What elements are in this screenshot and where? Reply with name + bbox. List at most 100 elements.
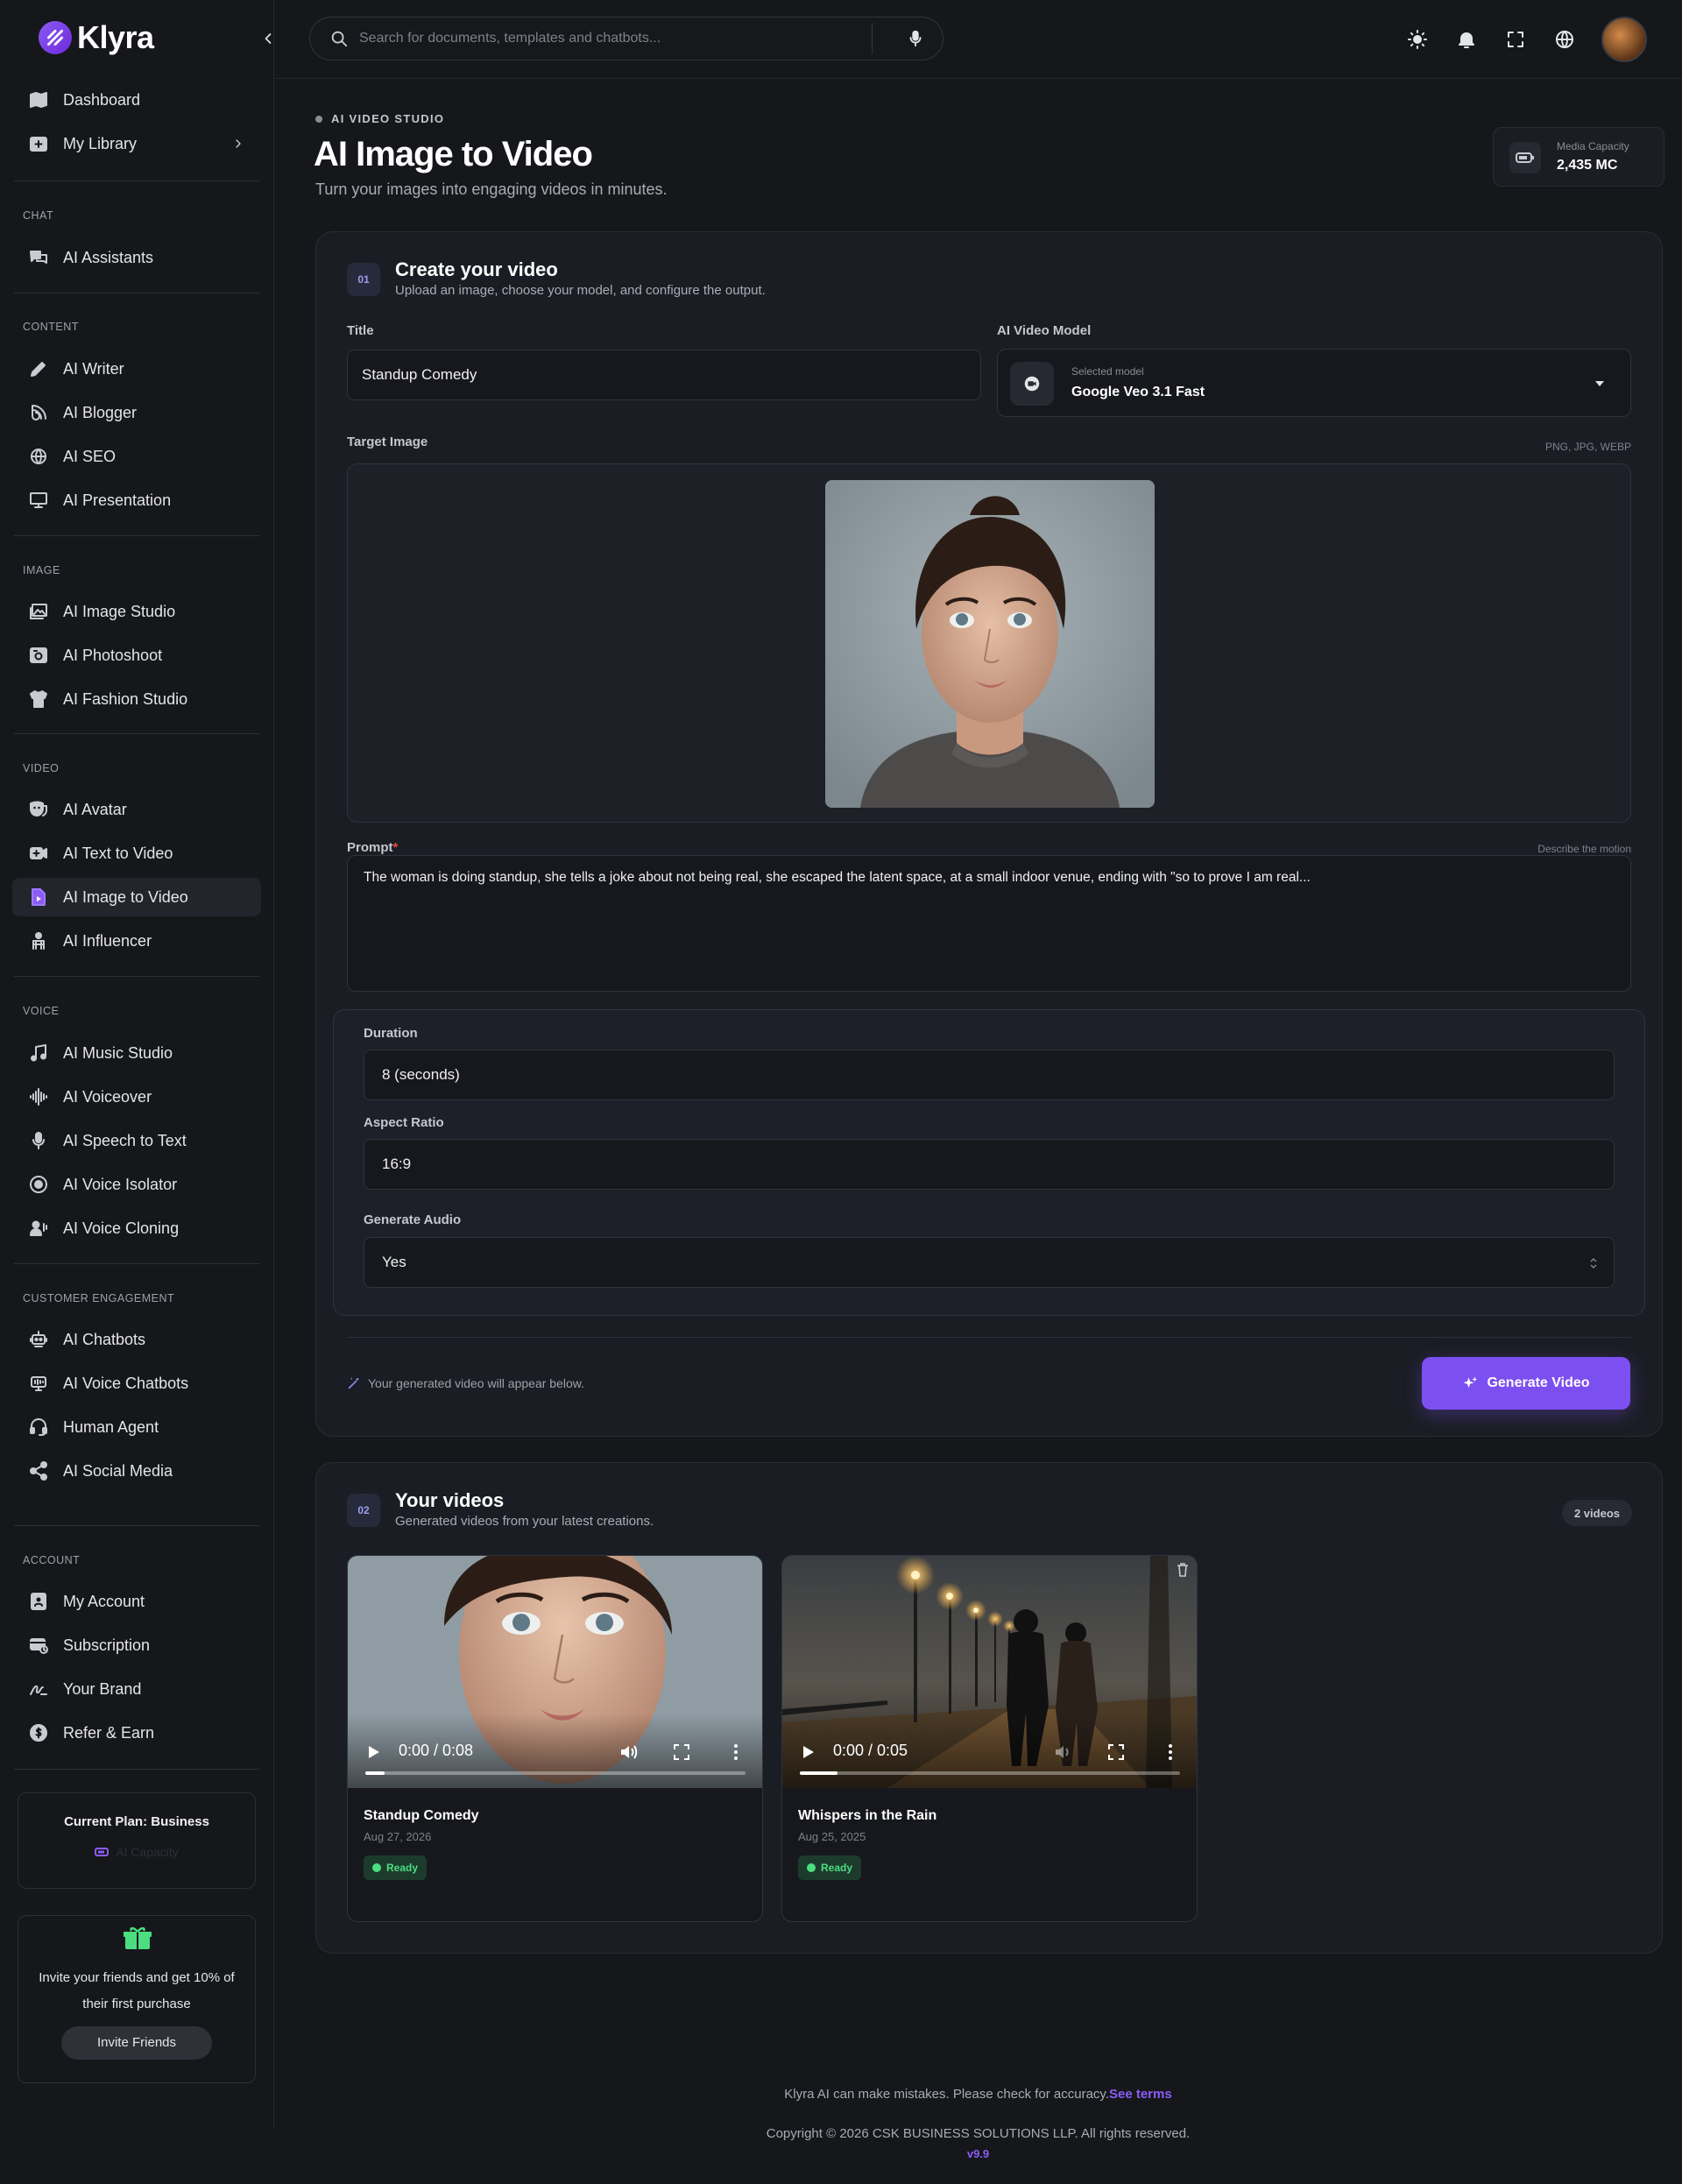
- see-terms-link[interactable]: See terms: [1109, 2087, 1172, 2102]
- video-progress[interactable]: [365, 1771, 746, 1775]
- sidebar-item-subscription[interactable]: Subscription: [12, 1626, 261, 1665]
- duration-select[interactable]: 8 (seconds): [364, 1050, 1615, 1100]
- step-badge: 02: [347, 1494, 380, 1527]
- volume-icon[interactable]: [619, 1743, 639, 1761]
- sidebar-item-label: AI Writer: [63, 359, 124, 378]
- fullscreen-icon[interactable]: [674, 1744, 689, 1760]
- sun-icon: [1408, 30, 1427, 49]
- sidebar-item-ai-fashion-studio[interactable]: AI Fashion Studio: [12, 680, 261, 718]
- video-card: 0:00 / 0:05 Whispers in the Rain Aug 25,…: [781, 1555, 1198, 1922]
- caret-down-icon: [1595, 381, 1604, 386]
- sidebar-item-my-account[interactable]: My Account: [12, 1582, 261, 1621]
- play-icon[interactable]: [802, 1744, 816, 1760]
- search-input[interactable]: Search for documents, templates and chat…: [359, 31, 872, 46]
- section-title-customer-engagement: CUSTOMER ENGAGEMENT: [23, 1292, 175, 1304]
- fullscreen-icon[interactable]: [1108, 1744, 1124, 1760]
- card-title: Your videos: [395, 1489, 505, 1511]
- sidebar-item-ai-avatar[interactable]: AI Avatar: [12, 790, 261, 829]
- title-input[interactable]: Standup Comedy: [347, 350, 981, 400]
- sidebar-item-ai-blogger[interactable]: AI Blogger: [12, 393, 261, 432]
- sidebar-item-ai-voice-chatbots[interactable]: AI Voice Chatbots: [12, 1364, 261, 1403]
- model-caption: Selected model: [1071, 365, 1144, 378]
- sidebar-item-label: AI Voiceover: [63, 1087, 152, 1106]
- sidebar-item-ai-voice-isolator[interactable]: AI Voice Isolator: [12, 1165, 261, 1204]
- image-dropzone[interactable]: [347, 463, 1631, 823]
- language-button[interactable]: [1540, 16, 1589, 63]
- sidebar-item-label: AI Chatbots: [63, 1330, 146, 1348]
- generate-video-button[interactable]: Generate Video: [1422, 1357, 1630, 1410]
- prompt-textarea[interactable]: The woman is doing standup, she tells a …: [347, 855, 1631, 992]
- map-icon: [30, 92, 47, 108]
- top-bar: Search for documents, templates and chat…: [274, 0, 1682, 79]
- presentation-icon: [30, 492, 47, 508]
- chevron-right-icon: [236, 139, 241, 148]
- page-title: AI Image to Video: [314, 135, 593, 173]
- invite-friends-button[interactable]: Invite Friends: [61, 2026, 212, 2060]
- more-vertical-icon[interactable]: [733, 1743, 739, 1761]
- sidebar-item-ai-influencer[interactable]: AI Influencer: [12, 922, 261, 960]
- divider: [14, 535, 259, 536]
- sidebar-item-ai-voiceover[interactable]: AI Voiceover: [12, 1078, 261, 1116]
- video-player[interactable]: 0:00 / 0:05: [782, 1556, 1197, 1788]
- sidebar-item-refer-earn[interactable]: Refer & Earn: [12, 1714, 261, 1752]
- divider: [14, 1263, 259, 1264]
- blog-icon: [32, 405, 46, 421]
- generate-audio-label: Generate Audio: [364, 1212, 462, 1227]
- video-date: Aug 27, 2026: [364, 1830, 432, 1843]
- disclaimer: Klyra AI can make mistakes. Please check…: [0, 2087, 1682, 2102]
- video-time: 0:00 / 0:08: [399, 1742, 474, 1759]
- headset-icon: [30, 1418, 47, 1436]
- sidebar-item-label: AI Image Studio: [63, 602, 176, 620]
- sidebar-item-ai-presentation[interactable]: AI Presentation: [12, 481, 261, 519]
- microphone-icon[interactable]: [906, 29, 925, 48]
- notifications-button[interactable]: [1442, 16, 1491, 63]
- aspect-ratio-select[interactable]: 16:9: [364, 1139, 1615, 1190]
- eyebrow-dot: [315, 115, 322, 123]
- generate-audio-select[interactable]: Yes: [364, 1237, 1615, 1288]
- video-time: 0:00 / 0:05: [833, 1742, 908, 1759]
- sidebar-item-ai-text-to-video[interactable]: AI Text to Video: [12, 834, 261, 873]
- sidebar-item-ai-photoshoot[interactable]: AI Photoshoot: [12, 636, 261, 675]
- pen-icon: [31, 362, 46, 377]
- brand-icon: [30, 1685, 47, 1695]
- sidebar-item-ai-image-to-video[interactable]: AI Image to Video: [12, 878, 261, 916]
- theme-toggle-button[interactable]: [1393, 16, 1442, 63]
- influencer-icon: [32, 932, 45, 950]
- model-select[interactable]: Selected model Google Veo 3.1 Fast: [997, 349, 1631, 417]
- video-progress[interactable]: [800, 1771, 1180, 1775]
- sidebar-item-ai-writer[interactable]: AI Writer: [12, 350, 261, 388]
- card-subtitle: Generated videos from your latest creati…: [395, 1514, 654, 1529]
- sidebar-item-label: AI Avatar: [63, 800, 127, 818]
- sidebar-item-ai-chatbots[interactable]: AI Chatbots: [12, 1320, 261, 1359]
- generated-note-text: Your generated video will appear below.: [368, 1376, 584, 1390]
- fullscreen-button[interactable]: [1491, 16, 1540, 63]
- sidebar-item-ai-music-studio[interactable]: AI Music Studio: [12, 1034, 261, 1072]
- sidebar-item-label: AI Presentation: [63, 491, 172, 509]
- sidebar-item-ai-image-studio[interactable]: AI Image Studio: [12, 592, 261, 631]
- video-progress-fill: [800, 1771, 838, 1775]
- sidebar-item-label: Human Agent: [63, 1417, 159, 1436]
- volume-muted-icon[interactable]: [1054, 1743, 1073, 1761]
- sidebar-item-ai-speech-to-text[interactable]: AI Speech to Text: [12, 1121, 261, 1160]
- divider: [14, 976, 259, 977]
- capacity-label: Media Capacity: [1557, 140, 1629, 152]
- search-bar[interactable]: Search for documents, templates and chat…: [309, 17, 943, 60]
- video-card: 0:00 / 0:08 Standup Comedy Aug 27, 2026 …: [347, 1555, 763, 1922]
- avatar[interactable]: [1601, 17, 1647, 62]
- sidebar-item-dashboard[interactable]: Dashboard: [12, 81, 261, 119]
- sidebar-item-my-library[interactable]: My Library: [12, 124, 261, 163]
- sidebar-item-your-brand[interactable]: Your Brand: [12, 1670, 261, 1708]
- video-camera-icon: [1010, 362, 1054, 406]
- sidebar-item-ai-social-media[interactable]: AI Social Media: [12, 1452, 261, 1490]
- sidebar-item-ai-voice-cloning[interactable]: AI Voice Cloning: [12, 1209, 261, 1247]
- video-player[interactable]: 0:00 / 0:08: [348, 1556, 762, 1788]
- sidebar-item-ai-seo[interactable]: AI SEO: [12, 437, 261, 476]
- model-label: AI Video Model: [997, 323, 1092, 338]
- sidebar-item-ai-assistants[interactable]: AI Assistants: [12, 238, 261, 277]
- play-icon[interactable]: [367, 1744, 381, 1760]
- delete-icon[interactable]: [1177, 1563, 1189, 1577]
- mask-icon: [30, 801, 47, 816]
- more-vertical-icon[interactable]: [1168, 1743, 1173, 1761]
- sidebar-item-human-agent[interactable]: Human Agent: [12, 1408, 261, 1446]
- sidebar-item-label: Dashboard: [63, 90, 141, 109]
